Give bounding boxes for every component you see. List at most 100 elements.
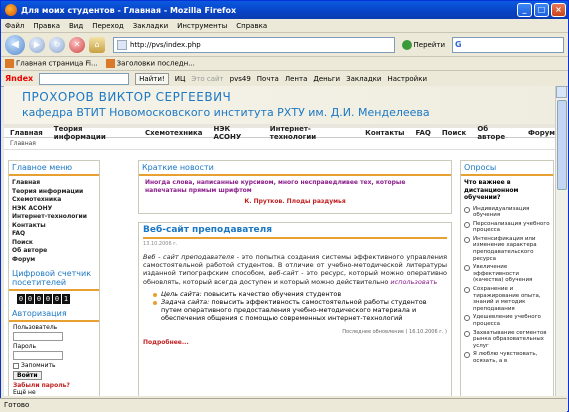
article: Веб-сайт преподавателя 13.10.2006 г. Веб… <box>138 222 452 396</box>
topnav-forum[interactable]: Форум <box>528 129 555 137</box>
remember-checkbox[interactable] <box>13 362 19 369</box>
address-url: http://pvs/index.php <box>130 40 201 49</box>
menu-item-home[interactable]: Главная <box>12 179 96 188</box>
yandex-this-site[interactable]: Это сайт <box>191 75 223 83</box>
status-bar: Готово <box>0 398 567 412</box>
poll-option[interactable]: Увеличение эффективности (качества) обуч… <box>461 263 553 285</box>
yandex-settings[interactable]: Настройки <box>387 75 427 83</box>
bookmark-item[interactable]: Заголовки последн... <box>105 59 195 68</box>
back-icon[interactable]: ◀ <box>5 34 25 55</box>
menu-item-forum[interactable]: Форум <box>12 256 96 265</box>
google-icon: G <box>455 40 462 49</box>
term: использовать <box>390 277 438 286</box>
topnav-home[interactable]: Главная <box>10 129 43 137</box>
menu-view[interactable]: Вид <box>69 22 83 30</box>
yandex-logo[interactable]: Яndex <box>5 74 33 83</box>
yandex-find-button[interactable]: Найти! <box>135 72 169 85</box>
address-bar[interactable]: http://pvs/index.php <box>113 36 395 53</box>
menu-tools[interactable]: Инструменты <box>177 22 227 30</box>
remember-me[interactable]: Запомнить <box>13 362 95 369</box>
login-button[interactable]: Войти <box>13 371 42 380</box>
remember-label: Запомнить <box>21 362 56 369</box>
bookmark-item[interactable]: Главная страница Fi... <box>5 59 98 68</box>
poll-option[interactable]: Индивидуализация обучения <box>461 205 553 220</box>
poll-option[interactable]: Интенсификация или изменение характера п… <box>461 235 553 263</box>
yandex-bookmarks[interactable]: Закладки <box>346 75 381 83</box>
menu-item-about[interactable]: Об авторе <box>12 247 96 256</box>
menu-item-internet[interactable]: Интернет-технологии <box>12 213 96 222</box>
topnav-nek[interactable]: НЭК АСОНУ <box>214 125 259 141</box>
home-icon[interactable]: ⌂ <box>89 36 105 53</box>
poll-option[interactable]: Я люблю чувствовать, осязать, а в <box>461 350 553 365</box>
article-title[interactable]: Веб-сайт преподавателя <box>143 223 447 239</box>
scroll-up-arrow[interactable] <box>556 86 567 98</box>
forward-icon[interactable]: ▶ <box>29 36 45 53</box>
username-field[interactable] <box>13 332 63 341</box>
close-button[interactable]: × <box>551 3 566 17</box>
poll-option[interactable]: Персонализация учебного процесса <box>461 220 553 235</box>
search-input[interactable]: G <box>452 36 564 53</box>
menu-help[interactable]: Справка <box>236 22 267 30</box>
go-button[interactable]: Перейти <box>399 39 449 50</box>
bookmarks-toolbar: Главная страница Fi... Заголовки последн… <box>1 57 568 71</box>
site-name: ПРОХОРОВ ВИКТОР СЕРГЕЕВИЧ <box>22 90 232 104</box>
yandex-mail[interactable]: Почта <box>257 75 279 83</box>
menu-item-info-theory[interactable]: Теория информации <box>12 188 96 197</box>
menu-edit[interactable]: Правка <box>33 22 60 30</box>
radio-button[interactable] <box>464 352 470 359</box>
radio-button[interactable] <box>464 265 470 272</box>
article-date: 13.10.2006 г. <box>143 241 178 247</box>
poll-column: Опросы Что важнее в дистанционном обучен… <box>460 160 554 396</box>
navigation-toolbar: ◀ ▶ ↻ ✕ ⌂ http://pvs/index.php Перейти G <box>1 33 568 57</box>
reload-icon[interactable]: ↻ <box>49 36 65 53</box>
radio-button[interactable] <box>464 236 470 243</box>
counter-digit: 0 <box>26 294 34 304</box>
go-icon <box>401 39 412 50</box>
password-label: Пароль <box>13 343 37 350</box>
vertical-scrollbar[interactable] <box>555 86 567 396</box>
article-body: Веб - сайт преподавателя - это попытка с… <box>143 253 447 286</box>
radio-button[interactable] <box>464 330 470 337</box>
minimize-button[interactable]: _ <box>517 3 532 17</box>
counter-digit: 0 <box>17 294 25 304</box>
topnav-contacts[interactable]: Контакты <box>365 129 404 137</box>
read-more-link[interactable]: Подробнее... <box>143 339 447 346</box>
menu-item-nek[interactable]: НЭК АСОНУ <box>12 205 96 214</box>
topnav-info-theory[interactable]: Теория информации <box>54 125 134 141</box>
menu-item-search[interactable]: Поиск <box>12 239 96 248</box>
topnav-circuitry[interactable]: Схемотехника <box>145 129 202 137</box>
go-label: Перейти <box>413 40 446 49</box>
menu-item-faq[interactable]: FAQ <box>12 230 96 239</box>
poll-option[interactable]: Сохранение и тиражирование опыта, знаний… <box>461 285 553 313</box>
menu-item-contacts[interactable]: Контакты <box>12 222 96 231</box>
forgot-password-link[interactable]: Забыли пароль? <box>13 382 95 389</box>
radio-button[interactable] <box>464 221 470 228</box>
page-icon <box>117 39 127 50</box>
page-viewport: ПРОХОРОВ ВИКТОР СЕРГЕЕВИЧ кафедра ВТИТ Н… <box>4 86 555 396</box>
center-column: Краткие новости Иногда слова, написанные… <box>138 160 452 396</box>
yandex-money[interactable]: Деньги <box>313 75 340 83</box>
menu-item-circuitry[interactable]: Схемотехника <box>12 196 96 205</box>
yandex-feed[interactable]: Лента <box>285 75 308 83</box>
yandex-ic[interactable]: ИЦ <box>175 75 186 83</box>
radio-button[interactable] <box>464 315 470 322</box>
maximize-button[interactable]: □ <box>534 3 549 17</box>
topnav-about[interactable]: Об авторе <box>477 125 517 141</box>
menu-file[interactable]: Файл <box>5 22 24 30</box>
password-field[interactable] <box>13 351 63 360</box>
poll-option[interactable]: Удешевление учебного процесса <box>461 313 553 328</box>
stop-icon[interactable]: ✕ <box>69 36 85 53</box>
menu-go[interactable]: Переход <box>92 22 124 30</box>
poll-option[interactable]: Захватывание сегментов рынка образовател… <box>461 329 553 351</box>
radio-button[interactable] <box>464 206 470 213</box>
scroll-thumb[interactable] <box>557 100 567 190</box>
yandex-pvs49[interactable]: pvs49 <box>230 75 251 83</box>
article-updated: Последнее обновление ( 16.10.2006 г. ) <box>342 328 447 335</box>
news-title: Краткие новости <box>139 161 451 176</box>
topnav-search[interactable]: Поиск <box>442 129 466 137</box>
topnav-faq[interactable]: FAQ <box>415 129 430 137</box>
topnav-internet[interactable]: Интернет-технологии <box>270 125 354 141</box>
yandex-search-input[interactable] <box>39 72 130 85</box>
radio-button[interactable] <box>464 287 470 294</box>
menu-bookmarks[interactable]: Закладки <box>133 22 168 30</box>
